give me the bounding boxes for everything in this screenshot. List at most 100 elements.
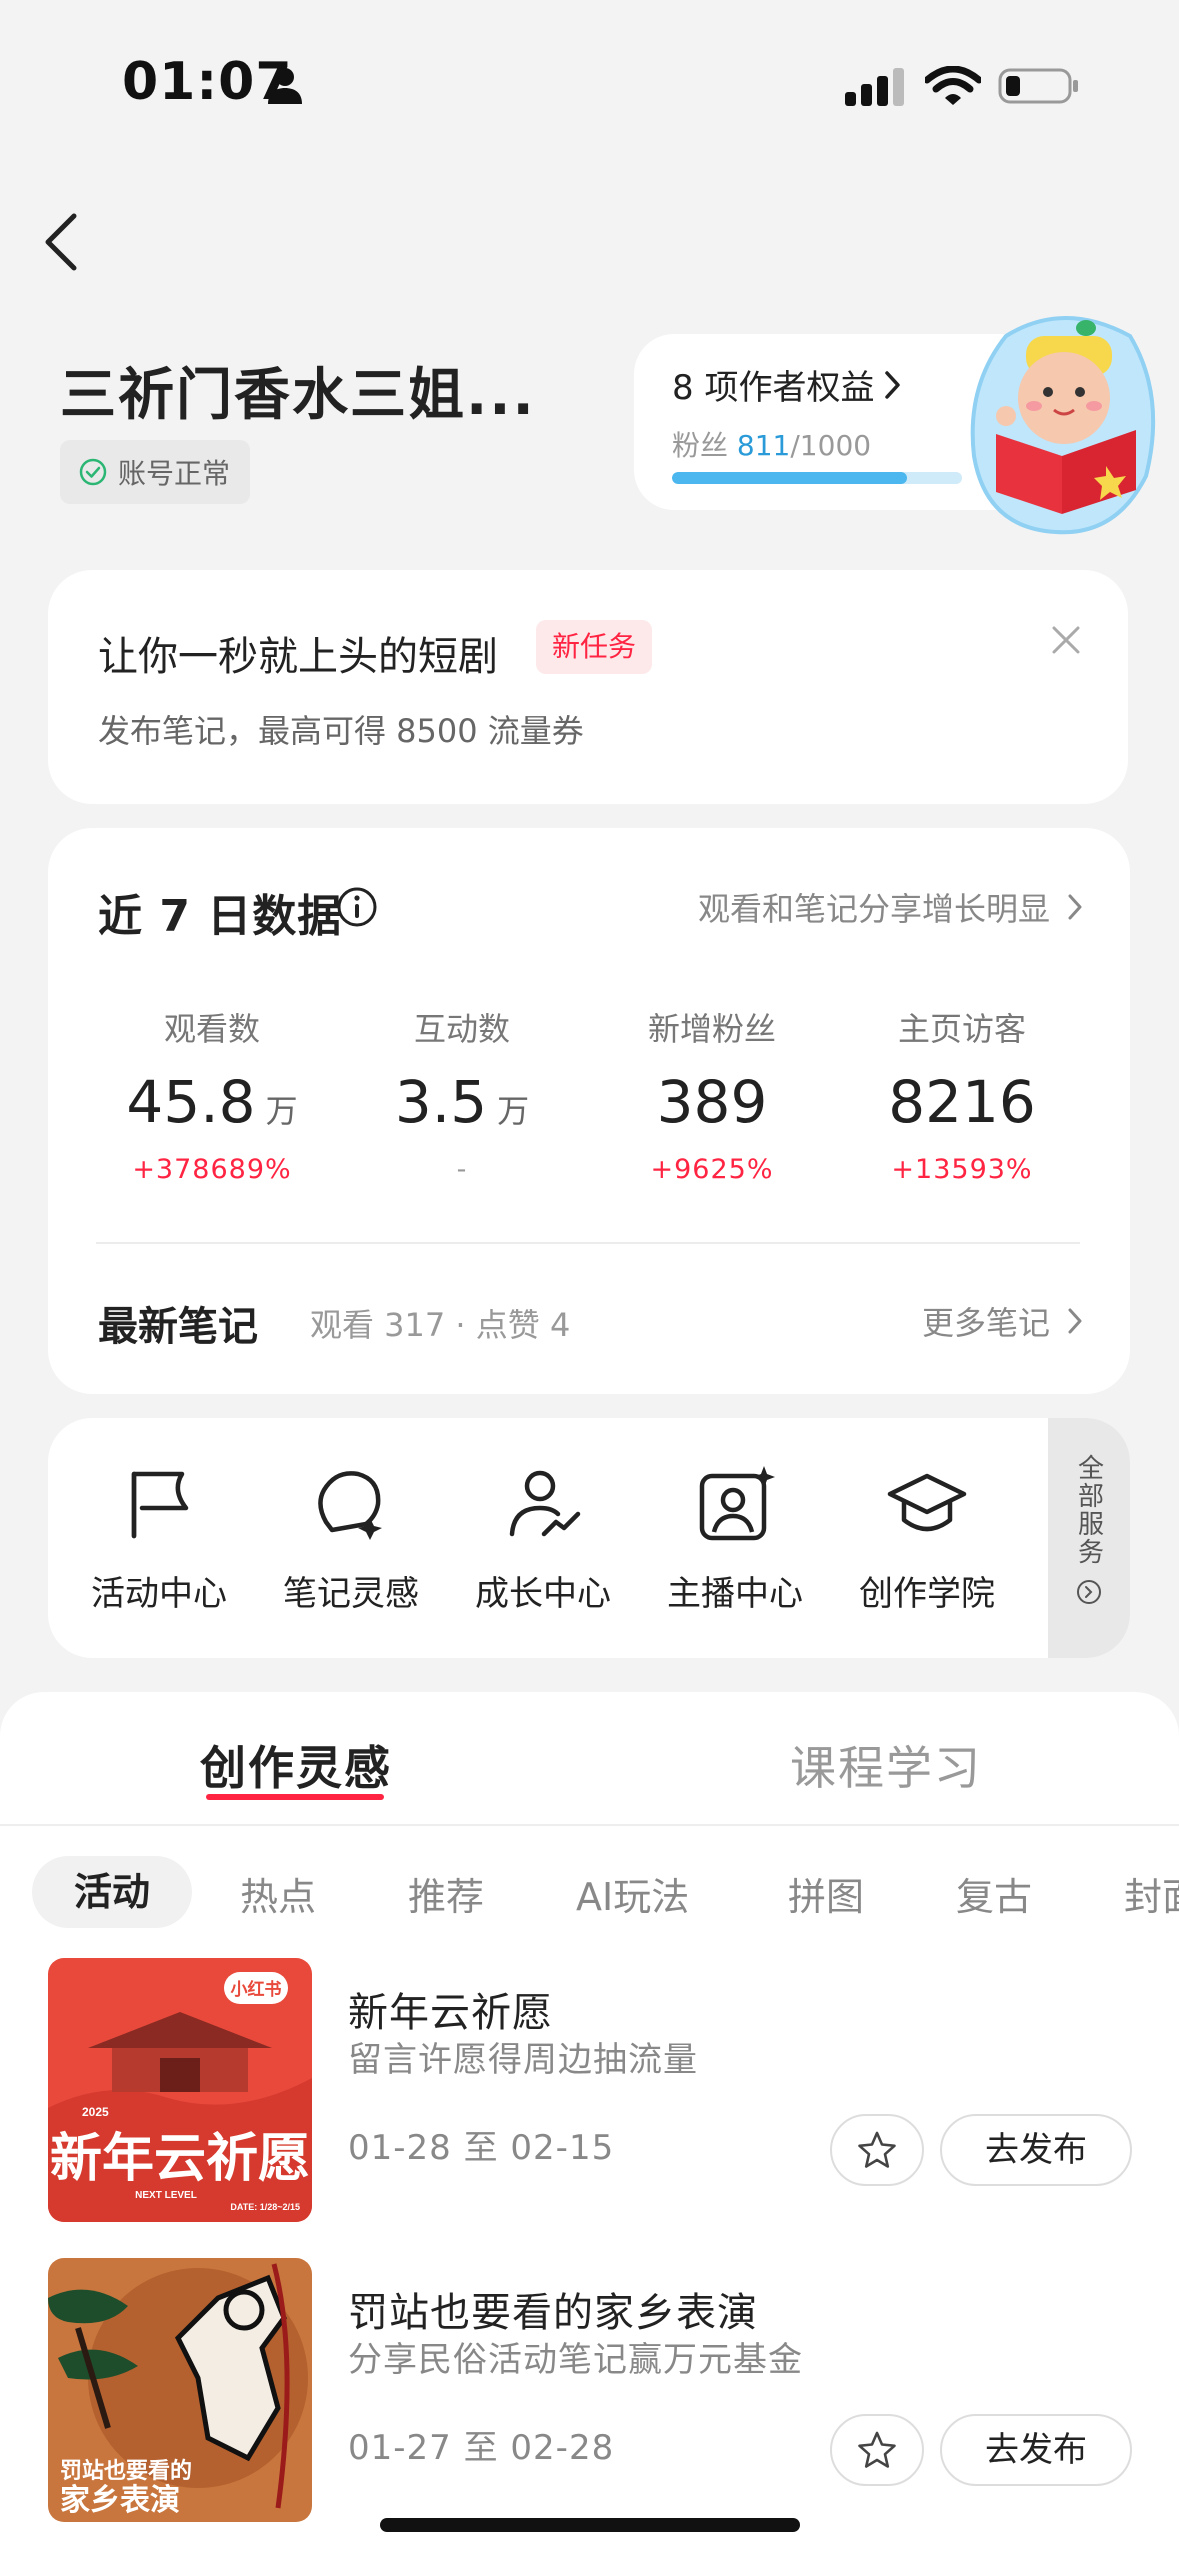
- activity-description: 留言许愿得周边抽流量: [348, 2040, 698, 2080]
- chip-ai-play[interactable]: AI玩法: [576, 1866, 689, 1921]
- data-growth-hint[interactable]: 观看和笔记分享增长明显: [698, 884, 1082, 930]
- task-description: 发布笔记，最高可得 8500 流量券: [98, 712, 584, 750]
- seven-day-data-card: 近 7 日数据 观看和笔记分享增长明显 观看数 45.8 万 +378689% …: [48, 828, 1130, 1394]
- info-icon[interactable]: [336, 886, 378, 928]
- chevron-circle-icon: [1077, 1580, 1101, 1604]
- chip-collage[interactable]: 拼图: [788, 1866, 864, 1921]
- fans-progress-text: 粉丝 811/1000: [672, 424, 871, 464]
- activity-thumbnail: 小红书 2025 新年云祈愿 NEXT LEVEL DATE: 1/28~2/1…: [48, 1958, 312, 2222]
- metric-number: 3.5: [394, 1068, 488, 1136]
- favorite-button[interactable]: [830, 2414, 924, 2486]
- tool-note-inspiration[interactable]: 笔记灵感: [256, 1462, 446, 1615]
- activity-title: 新年云祈愿: [348, 1990, 553, 2036]
- activity-item[interactable]: 小红书 2025 新年云祈愿 NEXT LEVEL DATE: 1/28~2/1…: [48, 1958, 1132, 2226]
- star-icon: [858, 2431, 896, 2468]
- tool-growth-center[interactable]: 成长中心: [448, 1462, 638, 1615]
- battery-icon: [998, 68, 1078, 104]
- bulb-icon: [318, 1471, 382, 1540]
- poster-line-1: 罚站也要看的: [60, 2458, 192, 2484]
- poster-date: DATE: 1/28~2/15: [230, 2202, 300, 2212]
- tool-anchor-center[interactable]: 主播中心: [640, 1462, 830, 1615]
- poster-title: 新年云祈愿: [50, 2129, 310, 2189]
- back-chevron-icon[interactable]: [40, 210, 84, 274]
- publish-button[interactable]: 去发布: [940, 2414, 1132, 2486]
- more-notes-link[interactable]: 更多笔记: [922, 1298, 1082, 1344]
- chip-trending[interactable]: 热点: [240, 1866, 316, 1921]
- metric-number: 389: [656, 1068, 768, 1136]
- active-tab-indicator: [206, 1794, 384, 1800]
- metric-value: 45.8 万: [92, 1068, 332, 1136]
- fans-current: 811: [736, 429, 791, 462]
- metric-new-fans[interactable]: 新增粉丝 389 +9625%: [592, 1004, 832, 1185]
- wifi-icon: [925, 66, 981, 105]
- chip-retro[interactable]: 复古: [956, 1866, 1032, 1921]
- metric-label: 主页访客: [897, 1010, 1026, 1048]
- fans-label: 粉丝: [672, 429, 729, 462]
- metric-unit: 万: [497, 1092, 530, 1130]
- tool-creator-academy[interactable]: 创作学院: [832, 1462, 1022, 1615]
- poster-brand: 小红书: [231, 1979, 282, 1999]
- mascot-illustration: [970, 316, 1156, 535]
- more-notes-label: 更多笔记: [921, 1304, 1050, 1342]
- tab-course-learning[interactable]: 课程学习: [790, 1732, 982, 1798]
- growth-user-icon: [509, 1470, 581, 1537]
- poster-line-2: 家乡表演: [60, 2483, 180, 2518]
- account-status-badge[interactable]: 账号正常: [60, 440, 251, 504]
- creator-rights-title[interactable]: 8 项作者权益: [672, 360, 902, 409]
- cellular-signal-icon: [845, 68, 904, 106]
- metric-label: 新增粉丝: [647, 1010, 776, 1048]
- all-services-label: 全部服务: [1073, 1454, 1104, 1566]
- metric-value: 3.5 万: [342, 1068, 582, 1136]
- task-card[interactable]: 让你一秒就上头的短剧 新任务 发布笔记，最高可得 8500 流量券: [48, 570, 1128, 804]
- activity-item[interactable]: 罚站也要看的 家乡表演 罚站也要看的家乡表演 分享民俗活动笔记赢万元基金 01-…: [48, 2258, 1132, 2526]
- chevron-right-icon: [1068, 894, 1082, 920]
- data-card-title: 近 7 日数据: [98, 891, 343, 942]
- metric-change: +378689%: [132, 1154, 292, 1185]
- metric-views[interactable]: 观看数 45.8 万 +378689%: [92, 1004, 332, 1185]
- chip-recommended[interactable]: 推荐: [408, 1866, 484, 1921]
- metric-change: +13593%: [891, 1154, 1033, 1185]
- check-circle-icon: [79, 458, 107, 486]
- home-indicator[interactable]: [380, 2518, 800, 2532]
- star-icon: [858, 2131, 896, 2168]
- metric-change: +9625%: [650, 1154, 774, 1185]
- hometown-show-poster: 罚站也要看的 家乡表演: [48, 2258, 312, 2522]
- chip-cover[interactable]: 封面: [1124, 1866, 1179, 1921]
- flag-icon: [131, 1471, 189, 1539]
- all-services-button[interactable]: 全部服务: [1048, 1418, 1130, 1658]
- tool-label: 成长中心: [475, 1574, 611, 1614]
- metric-number: 8216: [888, 1068, 1036, 1136]
- creator-tools-card: 活动中心 笔记灵感 成长中心 主播中心 创作学院 全部服务: [48, 1418, 1130, 1658]
- favorite-button[interactable]: [830, 2114, 924, 2186]
- task-title: 让你一秒就上头的短剧: [98, 634, 498, 680]
- tab-creation-inspiration[interactable]: 创作灵感: [200, 1732, 392, 1798]
- chevron-right-icon: [1068, 1308, 1082, 1334]
- person-icon: [268, 68, 302, 104]
- publish-button[interactable]: 去发布: [940, 2114, 1132, 2186]
- new-year-wish-poster: 小红书 2025 新年云祈愿 NEXT LEVEL DATE: 1/28~2/1…: [48, 1958, 312, 2222]
- data-growth-hint-label: 观看和笔记分享增长明显: [697, 890, 1050, 928]
- account-status-label: 账号正常: [118, 457, 231, 490]
- metric-number: 45.8: [126, 1068, 256, 1136]
- chip-activity[interactable]: 活动: [32, 1856, 193, 1928]
- metric-profile-visitors[interactable]: 主页访客 8216 +13593%: [842, 1004, 1082, 1185]
- activity-description: 分享民俗活动笔记赢万元基金: [348, 2340, 803, 2380]
- activity-thumbnail: 罚站也要看的 家乡表演: [48, 2258, 312, 2522]
- graduation-cap-icon: [887, 1473, 967, 1532]
- metric-interactions[interactable]: 互动数 3.5 万 -: [342, 1004, 582, 1185]
- poster-subtitle: NEXT LEVEL: [135, 2190, 197, 2201]
- profile-name: 三祈门香水三姐...: [60, 363, 536, 428]
- close-icon[interactable]: [1046, 620, 1086, 660]
- metric-value: 8216: [842, 1068, 1082, 1136]
- fans-target: /1000: [790, 429, 872, 462]
- fans-progress-fill: [672, 472, 908, 484]
- creator-rights-label: 8 项作者权益: [672, 368, 875, 408]
- anchor-icon: [699, 1466, 775, 1541]
- activity-date-range: 01-28 至 02-15: [348, 2128, 615, 2168]
- metric-change: -: [456, 1154, 468, 1185]
- chevron-right-icon: [885, 370, 901, 399]
- activity-date-range: 01-27 至 02-28: [348, 2428, 615, 2468]
- tool-activity-center[interactable]: 活动中心: [64, 1462, 254, 1615]
- tool-label: 笔记灵感: [283, 1574, 419, 1614]
- tool-label: 创作学院: [859, 1574, 995, 1614]
